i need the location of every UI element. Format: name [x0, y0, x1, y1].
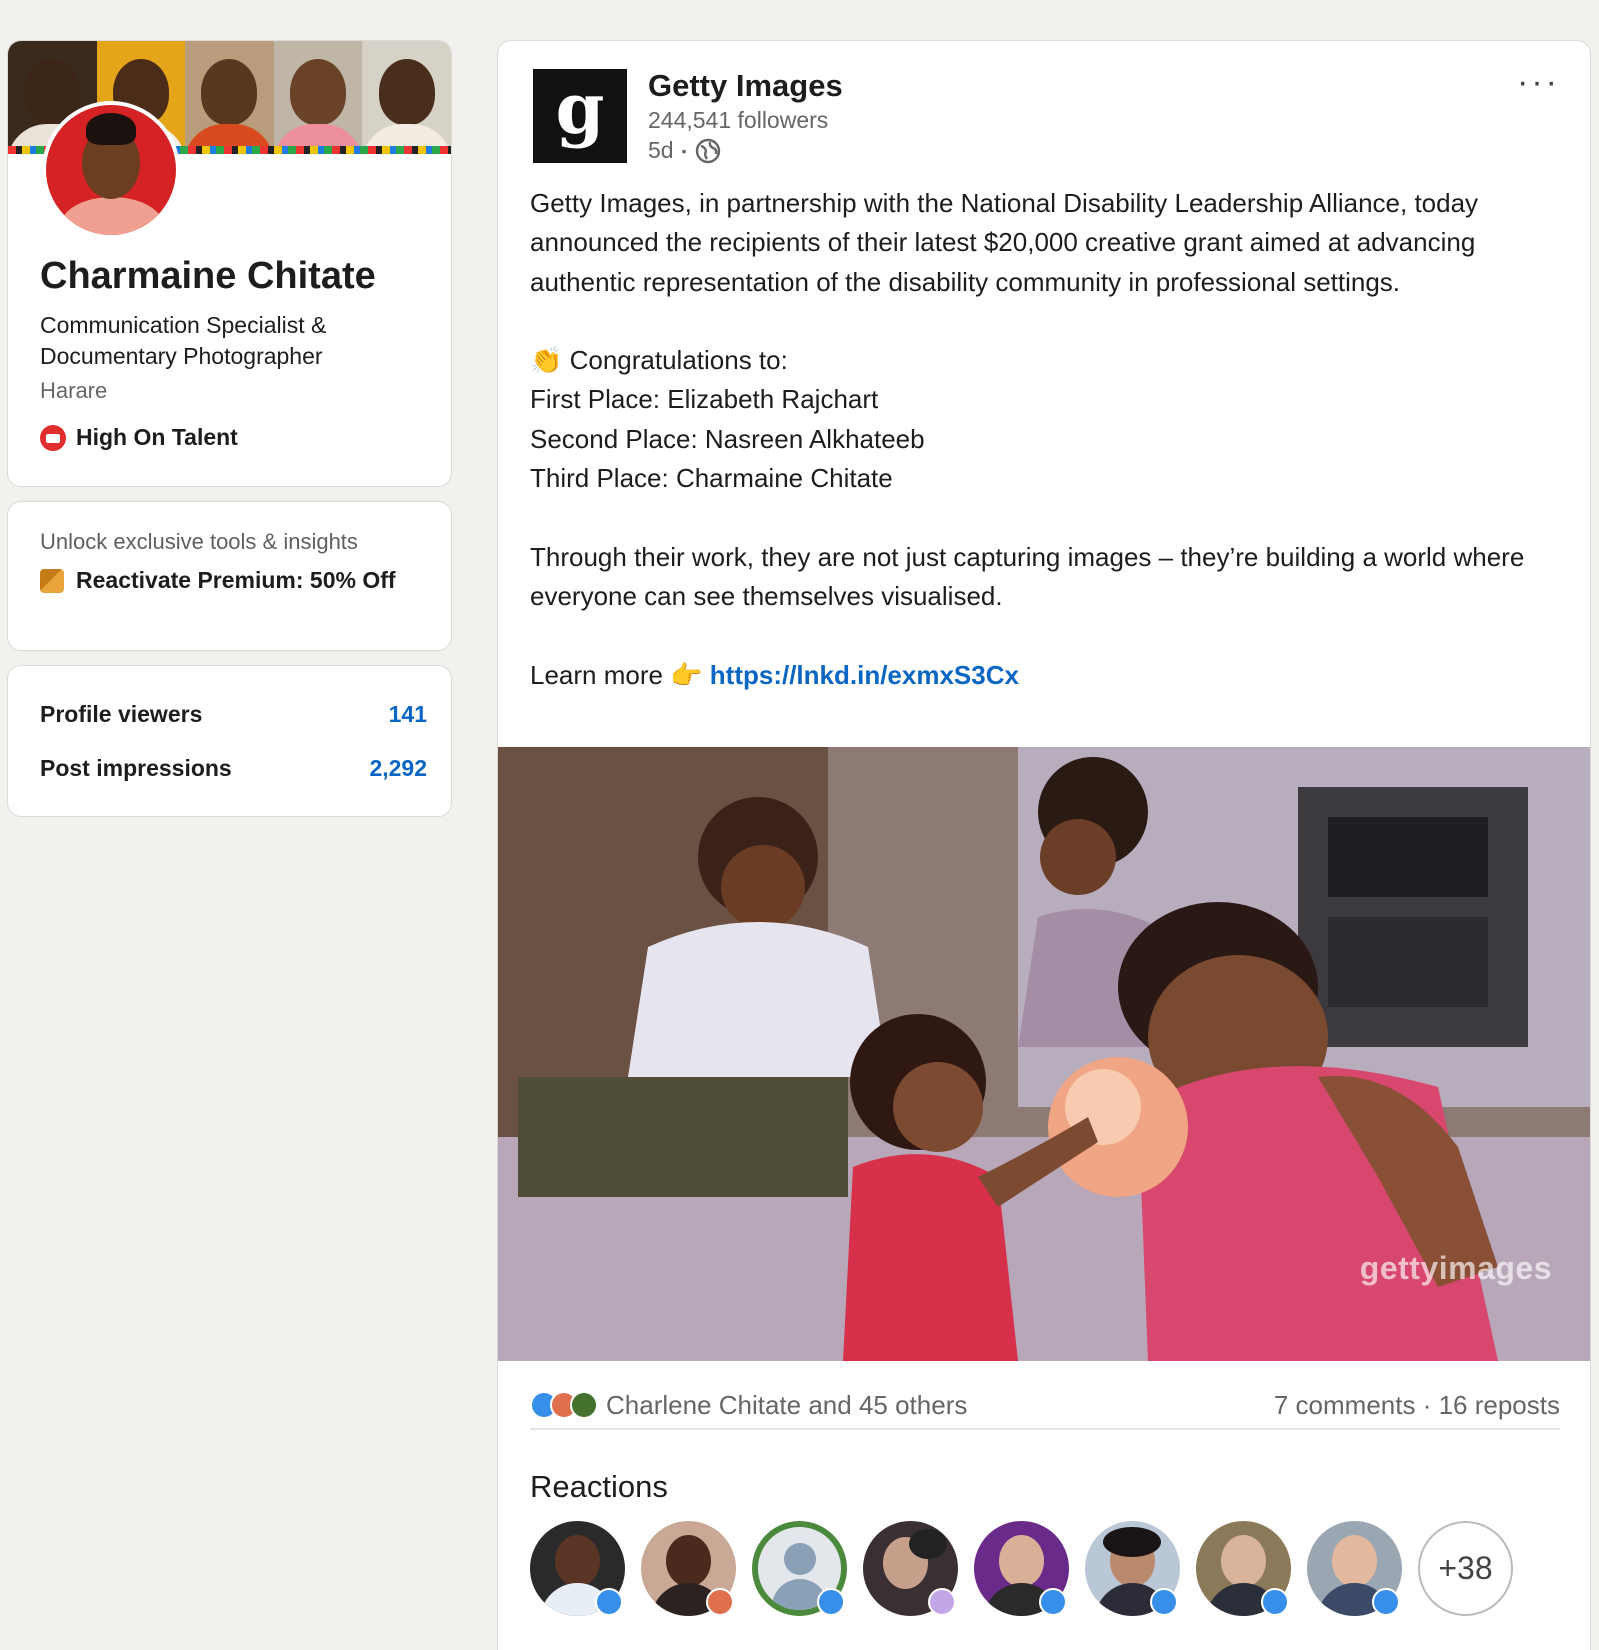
author-followers: 244,541 followers	[648, 107, 829, 133]
reaction-summary[interactable]: Charlene Chitate and 45 others	[530, 1390, 967, 1421]
premium-link[interactable]: Reactivate Premium: 50% Off	[40, 565, 396, 596]
like-badge-icon	[1261, 1588, 1289, 1616]
social-counts-bar: Charlene Chitate and 45 others 7 comment…	[530, 1382, 1560, 1430]
reactor-avatar[interactable]	[974, 1521, 1069, 1616]
like-badge-icon	[595, 1588, 623, 1616]
profile-name[interactable]: Charmaine Chitate	[40, 255, 376, 298]
image-watermark: gettyimages	[1359, 1250, 1552, 1286]
like-badge-icon	[1150, 1588, 1178, 1616]
post-card: g Getty Images 244,541 followers 5d • ··…	[497, 40, 1591, 1650]
like-badge-icon	[1372, 1588, 1400, 1616]
post-link[interactable]: https://lnkd.in/exmxS3Cx	[710, 660, 1019, 690]
meta-separator: •	[681, 142, 687, 159]
premium-label: Reactivate Premium: 50% Off	[76, 567, 396, 593]
reactor-avatar[interactable]	[1307, 1521, 1402, 1616]
author-logo[interactable]: g	[533, 69, 627, 163]
post-learn-more: Learn more 👉 https://lnkd.in/exmxS3Cx	[530, 656, 1560, 695]
company-name: High On Talent	[76, 424, 238, 450]
profile-headline: Communication Specialist & Documentary P…	[40, 312, 327, 369]
post-meta: 5d •	[648, 137, 721, 164]
reactor-avatar[interactable]	[530, 1521, 625, 1616]
reactor-avatar[interactable]	[641, 1521, 736, 1616]
post-third-place: Third Place: Charmaine Chitate	[530, 463, 893, 494]
like-badge-icon	[1039, 1588, 1067, 1616]
stat-profile-viewers[interactable]: Profile viewers 141	[40, 701, 427, 728]
profile-card: Charmaine Chitate Communication Speciali…	[7, 40, 452, 487]
more-reactors-button[interactable]: +38	[1418, 1521, 1513, 1616]
premium-subtitle: Unlock exclusive tools & insights	[40, 529, 358, 554]
globe-icon	[695, 138, 720, 163]
like-badge-icon	[817, 1588, 845, 1616]
post-congrats: 👏 Congratulations to:	[530, 345, 788, 376]
premium-icon	[40, 569, 64, 593]
premium-card: Unlock exclusive tools & insights Reacti…	[7, 501, 452, 651]
reactors-list: +38	[530, 1521, 1513, 1616]
reactor-avatar[interactable]	[752, 1521, 847, 1616]
post-image[interactable]: gettyimages	[498, 747, 1590, 1361]
post-paragraph: Through their work, they are not just ca…	[530, 541, 1525, 611]
post-age: 5d	[648, 137, 674, 163]
learn-more-text: Learn more 👉	[530, 659, 710, 690]
more-options-button[interactable]: ···	[1517, 65, 1560, 99]
post-text: Getty Images, in partnership with the Na…	[530, 184, 1560, 695]
reactor-avatar[interactable]	[1085, 1521, 1180, 1616]
author-name[interactable]: Getty Images	[648, 68, 843, 104]
post-first-place: First Place: Elizabeth Rajchart	[530, 384, 879, 415]
stat-value: 2,292	[369, 755, 427, 781]
stats-card: Profile viewers 141 Post impressions 2,2…	[7, 665, 452, 817]
reactor-avatar[interactable]	[863, 1521, 958, 1616]
stat-post-impressions[interactable]: Post impressions 2,292	[40, 755, 427, 782]
comments-reposts-count[interactable]: 7 comments · 16 reposts	[1274, 1390, 1560, 1421]
reactor-avatar[interactable]	[1196, 1521, 1291, 1616]
support-reaction-icon	[570, 1391, 598, 1419]
post-paragraph: Getty Images, in partnership with the Na…	[530, 188, 1479, 297]
author-logo-letter: g	[555, 67, 605, 150]
reactions-heading: Reactions	[530, 1469, 668, 1504]
reactors-summary: Charlene Chitate and 45 others	[606, 1389, 968, 1420]
post-second-place: Second Place: Nasreen Alkhateeb	[530, 423, 925, 454]
love-badge-icon	[706, 1588, 734, 1616]
stat-label: Profile viewers	[40, 701, 203, 727]
company-row[interactable]: High On Talent	[40, 424, 238, 451]
support-badge-icon	[928, 1588, 956, 1616]
stat-label: Post impressions	[40, 755, 232, 781]
profile-location: Harare	[40, 378, 108, 403]
company-logo-icon	[40, 424, 66, 451]
profile-avatar[interactable]	[42, 101, 180, 239]
stat-value: 141	[388, 701, 427, 727]
